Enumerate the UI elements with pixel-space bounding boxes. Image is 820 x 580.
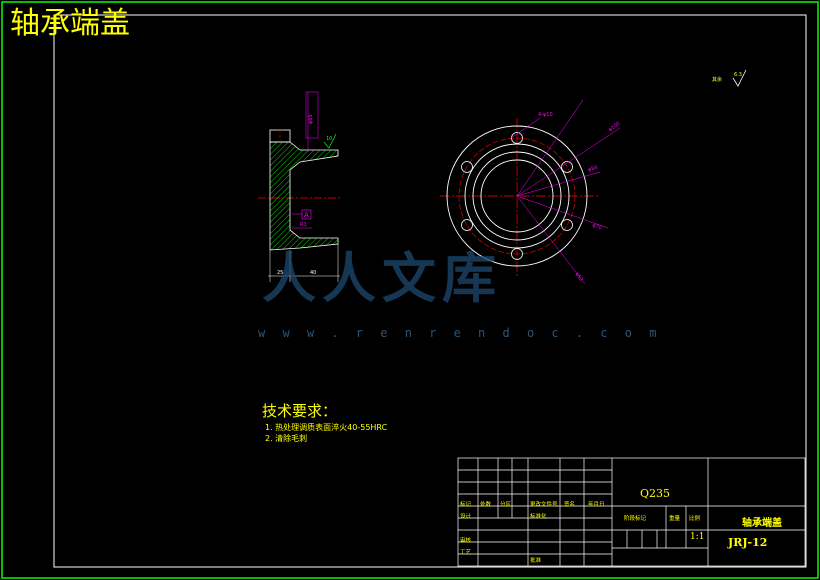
dim-10: 10: [326, 136, 333, 142]
tb-design: 设计: [460, 514, 472, 520]
dim-holes: 4-φ10: [538, 112, 553, 118]
tb-standardize: 标准化: [530, 514, 547, 520]
part-name-label: 轴承端盖: [742, 518, 782, 529]
datum-letter: A: [304, 211, 309, 219]
tb-count: 处数: [480, 502, 492, 508]
drawing-title: 轴承端盖: [10, 6, 130, 41]
watermark-url: w w w . r e n r e n d o c . c o m: [258, 326, 662, 340]
drawing-number: JRJ-12: [728, 536, 768, 549]
roughness-other-label: 其余: [712, 77, 723, 83]
material-label: Q235: [640, 487, 671, 500]
tech-item-2: 2. 清除毛刺: [265, 434, 308, 443]
dim-r1: R1: [300, 222, 307, 228]
tb-zone: 分区: [500, 502, 512, 508]
title-block-grid: [457, 457, 806, 567]
tb-review: 审核: [460, 538, 472, 544]
dim-dia-65: φ65: [308, 114, 314, 124]
tb-mark: 标记: [460, 502, 472, 508]
tech-item-1: 1. 热处理调质表面淬火40-55HRC: [265, 423, 388, 432]
scale-value: 1:1: [690, 532, 705, 542]
tb-weight: 重量: [669, 516, 681, 522]
tb-change-doc: 更改文件号: [530, 502, 558, 508]
tb-process: 工艺: [460, 550, 472, 556]
tb-scale-label: 比例: [689, 516, 701, 522]
roughness-value: 6.3: [734, 72, 742, 78]
tb-date: 年月日: [588, 502, 605, 508]
watermark-logo: 人人文库: [262, 246, 502, 310]
tech-requirements-heading: 技术要求：: [262, 402, 338, 420]
tb-stage-mark: 阶段标记: [624, 516, 647, 522]
tb-sign: 签名: [564, 502, 576, 508]
tb-approve: 批准: [530, 558, 542, 564]
